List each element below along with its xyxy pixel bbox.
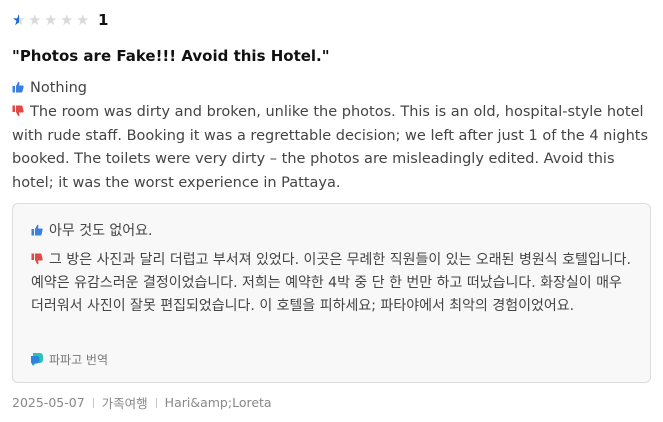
review-date: 2025-05-07 (12, 395, 85, 410)
translated-cons-text: 그 방은 사진과 달리 더럽고 부서져 있었다. 이곳은 무례한 직원들이 있는… (31, 252, 631, 314)
rating-row: ★★ ★★ ★★ ★★ ★★ 1 (12, 9, 108, 31)
review-meta: 2025-05-07 가족여행 Hari&amp;Loreta (12, 393, 272, 412)
review-card: ★★ ★★ ★★ ★★ ★★ 1 "Photos are Fake!!! Avo… (0, 0, 663, 422)
star-icon: ★★ (76, 11, 90, 29)
star-rating: ★★ ★★ ★★ ★★ ★★ (12, 11, 92, 29)
star-icon: ★★ (12, 11, 26, 29)
cons-text: The room was dirty and broken, unlike th… (12, 104, 649, 191)
thumbs-down-icon (31, 253, 43, 265)
papago-icon (31, 353, 43, 366)
review-title: "Photos are Fake!!! Avoid this Hotel." (12, 47, 330, 65)
star-icon: ★★ (44, 11, 58, 29)
thumbs-up-icon (12, 81, 24, 93)
translated-pros-line: 아무 것도 없어요. (31, 220, 634, 243)
thumbs-up-icon (31, 224, 43, 236)
rating-value: 1 (98, 11, 109, 29)
translation-box: 아무 것도 없어요. 그 방은 사진과 달리 더럽고 부서져 있었다. 이곳은 … (12, 203, 651, 383)
translated-pros-text: 아무 것도 없어요. (49, 223, 153, 239)
cons-line: The room was dirty and broken, unlike th… (12, 101, 653, 195)
meta-divider (92, 397, 94, 408)
star-icon: ★★ (28, 11, 42, 29)
translated-cons-line: 그 방은 사진과 달리 더럽고 부서져 있었다. 이곳은 무례한 직원들이 있는… (31, 249, 634, 318)
translation-credit: 파파고 번역 (31, 351, 108, 368)
thumbs-down-icon (12, 105, 24, 117)
translation-provider-label: 파파고 번역 (49, 353, 109, 367)
star-icon: ★★ (60, 11, 74, 29)
pros-text: Nothing (30, 80, 88, 96)
meta-divider (155, 397, 157, 408)
traveler-type: 가족여행 (101, 396, 148, 411)
pros-line: Nothing (12, 77, 653, 101)
reviewer-name: Hari&amp;Loreta (164, 395, 272, 410)
